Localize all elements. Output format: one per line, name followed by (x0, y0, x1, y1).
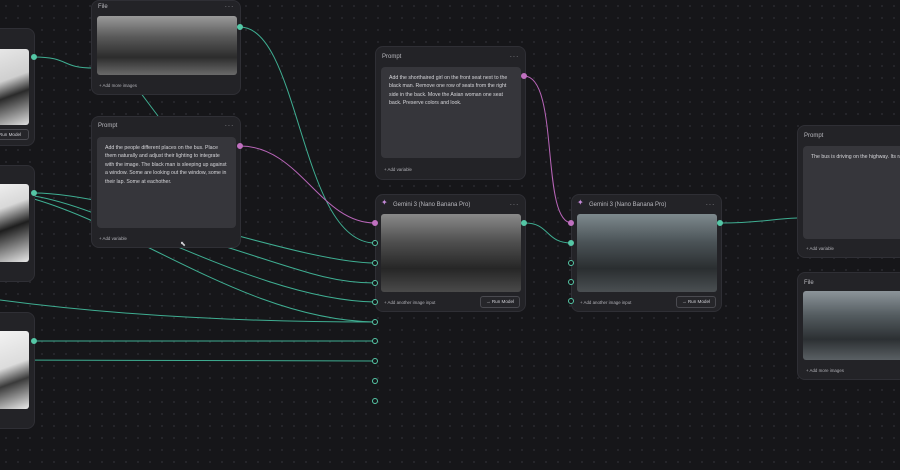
more-menu-icon[interactable]: ··· (510, 200, 520, 209)
run-model-button[interactable]: Run Model (0, 129, 29, 140)
input-port-image[interactable] (568, 279, 574, 285)
input-port-image[interactable] (568, 240, 574, 246)
more-menu-icon[interactable]: ··· (510, 52, 520, 61)
output-port[interactable] (521, 220, 527, 226)
node-title: Prompt (382, 54, 402, 60)
node-title: Gemini 3 (Nano Banana Pro) (393, 202, 471, 208)
node-title: Prompt (98, 123, 118, 129)
pointer-cursor-icon: ⬉ (180, 241, 186, 248)
more-menu-icon[interactable]: ··· (225, 2, 235, 11)
generated-bus-image (381, 214, 521, 292)
run-model-button[interactable]: → Run Model (676, 296, 716, 308)
add-more-images-link[interactable]: + Add more images (99, 83, 137, 88)
input-port-image[interactable] (568, 260, 574, 266)
input-port-image[interactable] (372, 280, 378, 286)
input-port-prompt[interactable] (372, 220, 378, 226)
image-node-portrait-3[interactable] (0, 312, 35, 429)
output-port[interactable] (717, 220, 723, 226)
input-port-image[interactable] (372, 299, 378, 305)
run-model-button[interactable]: → Run Model (480, 296, 520, 308)
input-port-prompt[interactable] (568, 220, 574, 226)
output-port[interactable] (521, 73, 527, 79)
node-title: File (98, 4, 108, 10)
input-port-image[interactable] (568, 298, 574, 304)
add-variable-link[interactable]: + Add variable (384, 167, 412, 172)
node-title: File (804, 280, 814, 286)
result-bus-image (803, 291, 900, 360)
add-more-images-link[interactable]: + Add more images (806, 368, 844, 373)
output-port[interactable] (31, 338, 37, 344)
file-node-top[interactable]: File ··· + Add more images (91, 0, 241, 95)
input-port-image[interactable] (372, 260, 378, 266)
sparkle-icon: ✦ (577, 198, 584, 207)
prompt-text[interactable]: The bus is driving on the highway. Its r… (803, 146, 900, 239)
add-variable-link[interactable]: + Add variable (99, 236, 127, 241)
input-port-image[interactable] (372, 358, 378, 364)
add-variable-link[interactable]: + Add variable (806, 246, 834, 251)
portrait-image-1 (0, 49, 29, 125)
more-menu-icon[interactable]: ··· (225, 121, 235, 130)
add-image-input-link[interactable]: + Add another image input (580, 300, 631, 305)
node-title: Prompt (804, 133, 824, 139)
input-port-image[interactable] (372, 240, 378, 246)
portrait-image-3 (0, 331, 29, 409)
prompt-node-1[interactable]: Prompt ··· Add the people different plac… (91, 116, 241, 248)
generated-bus-image (577, 214, 717, 292)
model-node-gemini-2[interactable]: ✦ Gemini 3 (Nano Banana Pro) ··· + Add a… (571, 194, 722, 312)
input-port-image[interactable] (372, 319, 378, 325)
file-node-right[interactable]: File + Add more images (797, 272, 900, 380)
portrait-image-2 (0, 184, 29, 262)
prompt-text[interactable]: Add the shorthaired girl on the front se… (381, 67, 521, 158)
add-image-input-link[interactable]: + Add another image input (384, 300, 435, 305)
output-port[interactable] (237, 143, 243, 149)
output-port[interactable] (31, 190, 37, 196)
more-menu-icon[interactable]: ··· (706, 200, 716, 209)
image-node-portrait-2[interactable] (0, 165, 35, 282)
bus-interior-image (97, 16, 237, 75)
input-port-image[interactable] (372, 378, 378, 384)
prompt-text[interactable]: Add the people different places on the b… (97, 137, 236, 228)
input-port-image[interactable] (372, 338, 378, 344)
model-node-gemini-1[interactable]: ✦ Gemini 3 (Nano Banana Pro) ··· + Add a… (375, 194, 526, 312)
prompt-node-3[interactable]: Prompt The bus is driving on the highway… (797, 125, 900, 258)
image-node-portrait-1[interactable]: Run Model (0, 28, 35, 146)
node-title: Gemini 3 (Nano Banana Pro) (589, 202, 667, 208)
prompt-node-2[interactable]: Prompt ··· Add the shorthaired girl on t… (375, 46, 526, 180)
input-port-image[interactable] (372, 398, 378, 404)
output-port[interactable] (31, 54, 37, 60)
sparkle-icon: ✦ (381, 198, 388, 207)
output-port[interactable] (237, 24, 243, 30)
